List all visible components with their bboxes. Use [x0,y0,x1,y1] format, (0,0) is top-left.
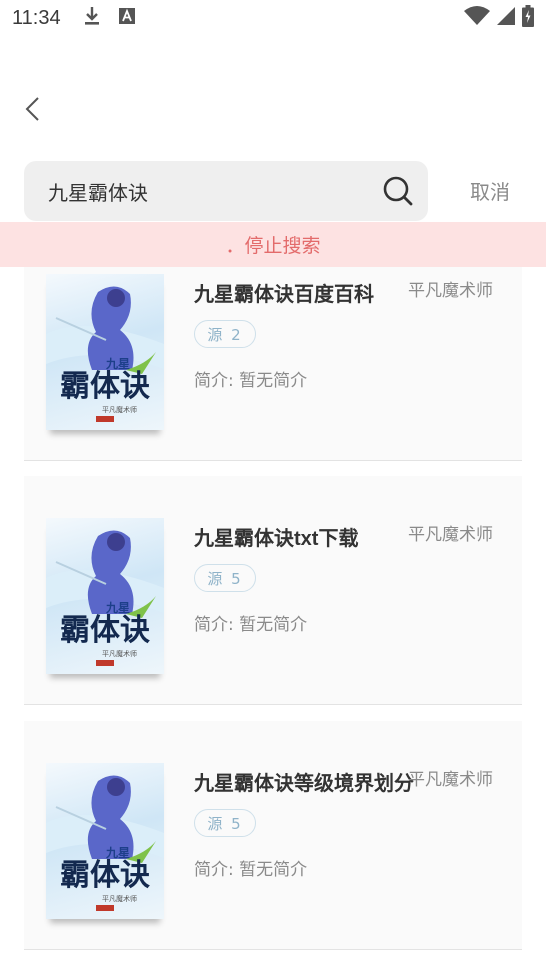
book-cover: 九星 霸体诀 平凡魔术师 [46,763,164,919]
source-badge[interactable]: 源 2 [194,320,256,348]
cover-author: 平凡魔术师 [102,894,137,903]
signal-icon [496,6,516,30]
stop-search-label: ．停止搜索 [225,235,321,257]
cover-title-main: 霸体诀 [60,613,150,648]
status-bar: 11:34 [0,0,546,36]
book-intro: 简介: 暂无简介 [194,615,308,635]
cover-title-main: 霸体诀 [60,369,150,404]
chevron-left-icon [24,96,42,126]
list-item[interactable]: 九星 霸体诀 平凡魔术师 九星霸体诀txt下载 平凡魔术师 源 5 简介: 暂无… [24,476,522,705]
book-author: 平凡魔术师 [408,525,493,545]
search-input[interactable]: 九星霸体诀 [48,177,382,206]
book-cover: 九星 霸体诀 平凡魔术师 [46,518,164,674]
source-badge[interactable]: 源 5 [194,809,256,837]
font-a-icon [118,8,135,28]
wifi-icon [464,6,490,30]
download-icon [83,6,101,30]
stop-search-button[interactable]: ．停止搜索 [0,222,546,267]
book-author: 平凡魔术师 [408,770,493,790]
book-intro: 简介: 暂无简介 [194,860,308,880]
back-button[interactable] [16,94,50,128]
book-author: 平凡魔术师 [408,281,493,301]
cover-title-main: 霸体诀 [60,858,150,893]
search-results-list[interactable]: 九星 霸体诀 平凡魔术师 九星霸体诀百度百科 平凡魔术师 源 2 简介: 暂无简… [0,222,546,972]
cover-author: 平凡魔术师 [102,649,137,658]
book-title: 九星霸体诀百度百科 [194,284,374,306]
cancel-button[interactable]: 取消 [470,176,510,205]
book-title: 九星霸体诀等级境界划分 [194,773,414,795]
source-badge[interactable]: 源 5 [194,564,256,592]
status-time: 11:34 [12,6,61,29]
book-title: 九星霸体诀txt下载 [194,528,359,550]
book-intro: 简介: 暂无简介 [194,371,308,391]
book-cover: 九星 霸体诀 平凡魔术师 [46,274,164,430]
search-box[interactable]: 九星霸体诀 [24,161,428,221]
battery-icon [522,5,534,31]
cover-author: 平凡魔术师 [102,405,137,414]
list-item[interactable]: 九星 霸体诀 平凡魔术师 九星霸体诀等级境界划分 平凡魔术师 源 5 简介: 暂… [24,721,522,950]
search-icon[interactable] [382,175,414,207]
